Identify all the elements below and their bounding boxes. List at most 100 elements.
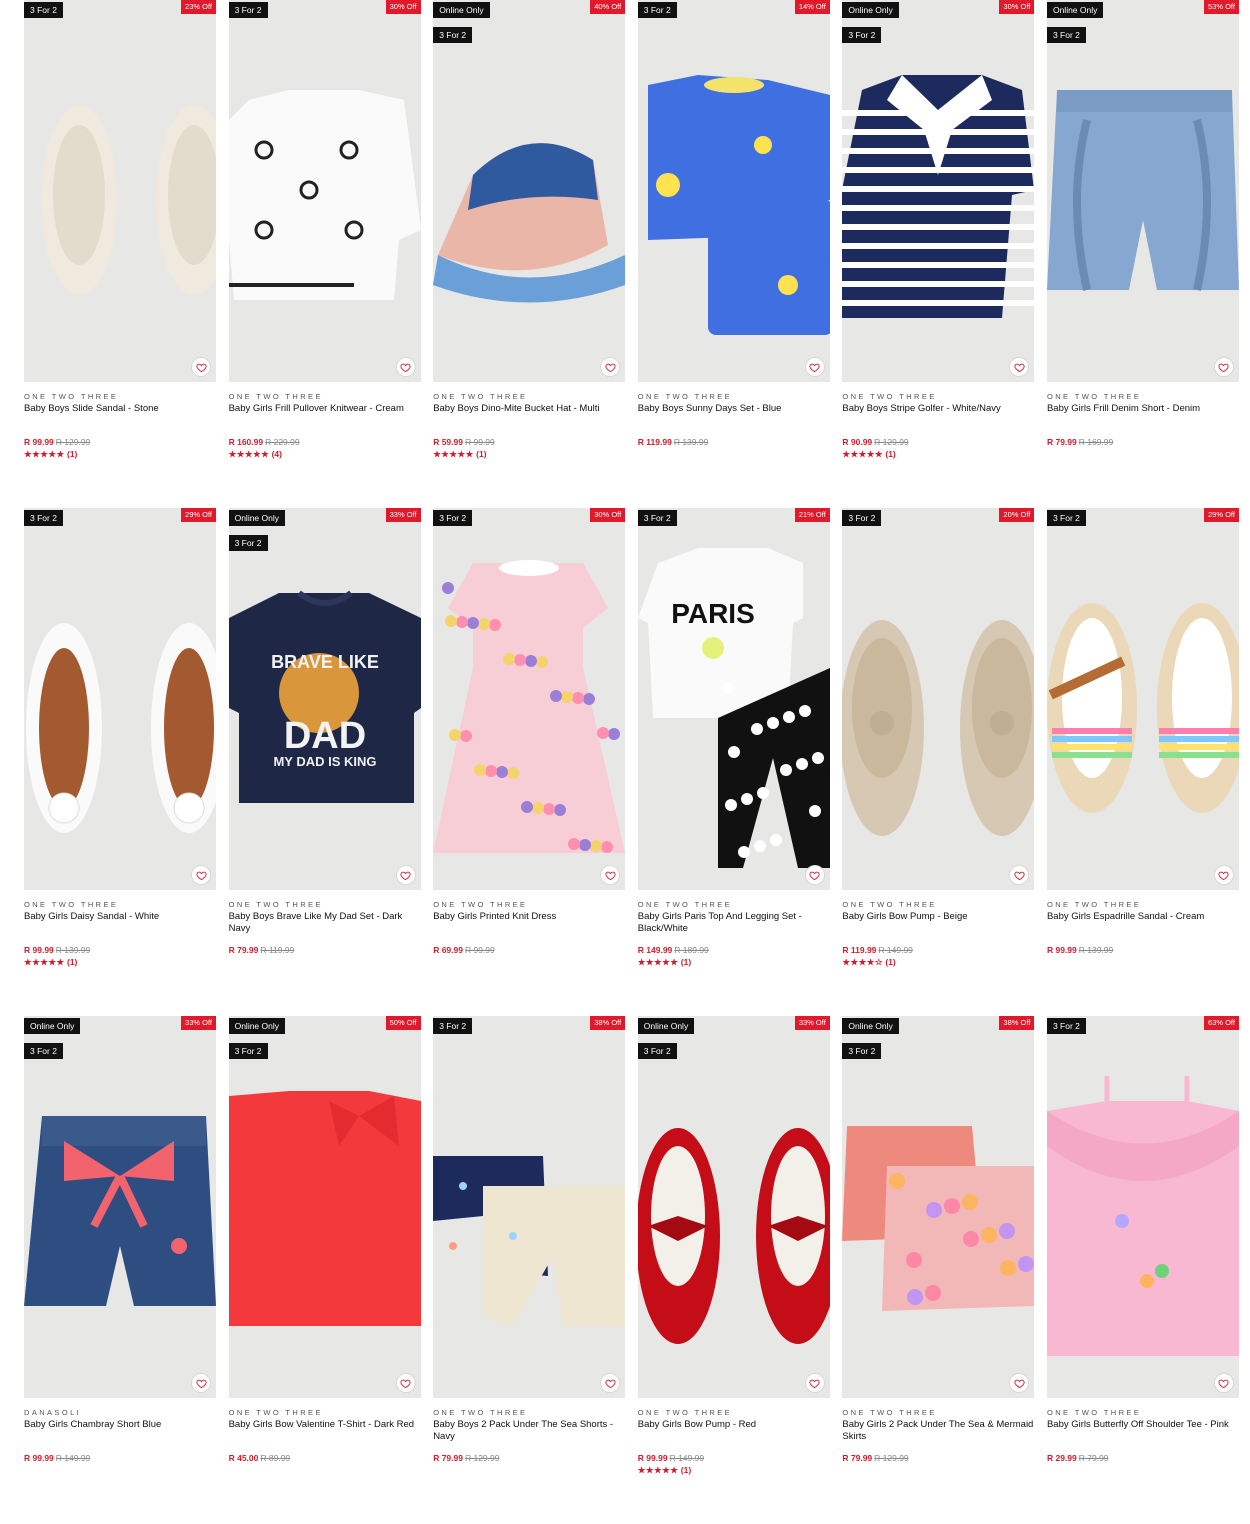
product-image[interactable]: Online Only 3 For 2 50% Off xyxy=(228,1016,421,1398)
wishlist-button[interactable] xyxy=(1213,1373,1234,1393)
product-card[interactable]: Online Only 3 For 2 50% Off ONE TWO THREE… xyxy=(228,1016,421,1524)
product-image[interactable]: 3 For 2 29% Off xyxy=(24,508,216,890)
wishlist-button[interactable] xyxy=(1213,865,1234,885)
wishlist-button[interactable] xyxy=(395,1373,416,1393)
product-image[interactable]: 3 For 2 29% Off xyxy=(1046,508,1239,890)
wishlist-button[interactable] xyxy=(804,1373,825,1393)
product-image[interactable]: Online Only 3 For 2 33% Off xyxy=(24,1016,216,1398)
three-for-two-badge: 3 For 2 xyxy=(637,2,677,18)
product-image[interactable]: 3 For 2 21% Off PARIS xyxy=(637,508,830,890)
product-card[interactable]: Online Only 3 For 2 33% Off DANASOLI Baby… xyxy=(24,1016,216,1524)
product-card[interactable]: Online Only 3 For 2 33% Off ONE TWO THREE… xyxy=(637,1016,830,1524)
discount-badge: 53% Off xyxy=(1204,0,1239,14)
product-card[interactable]: 3 For 2 29% Off ONE TWO THREE Baby Girls… xyxy=(24,508,216,1016)
product-name[interactable]: Baby Boys Stripe Golfer - White/Navy xyxy=(842,403,1034,437)
heart-icon xyxy=(1218,1379,1230,1388)
product-name[interactable]: Baby Girls Bow Pump - Beige xyxy=(842,911,1034,945)
original-price: R 139.99 xyxy=(1078,945,1114,955)
product-card[interactable]: 3 For 2 30% Off ONE TWO THREE Baby Girls… xyxy=(228,0,421,508)
wishlist-button[interactable] xyxy=(191,1373,211,1393)
star-icon: ★★★★★ xyxy=(228,449,270,459)
star-icon: ★★★★★ xyxy=(24,449,65,459)
tee-print-bottom: MY DAD IS KING xyxy=(273,754,376,769)
product-name[interactable]: Baby Girls Butterfly Off Shoulder Tee - … xyxy=(1047,1419,1239,1453)
wishlist-button[interactable] xyxy=(395,865,416,885)
product-name[interactable]: Baby Girls Bow Valentine T-Shirt - Dark … xyxy=(229,1419,421,1453)
product-name[interactable]: Baby Girls Chambray Short Blue xyxy=(24,1419,216,1453)
product-name[interactable]: Baby Girls Daisy Sandal - White xyxy=(24,911,216,945)
promo-badges: 3 For 2 xyxy=(1046,508,1086,526)
current-price: R 99.99 xyxy=(24,1453,54,1463)
product-image[interactable]: Online Only 3 For 2 30% Off xyxy=(842,0,1035,382)
review-count: (1) xyxy=(885,449,896,459)
product-name[interactable]: Baby Boys 2 Pack Under The Sea Shorts - … xyxy=(433,1419,625,1453)
wishlist-button[interactable] xyxy=(191,865,211,885)
online-only-badge: Online Only xyxy=(24,1018,81,1034)
product-image[interactable]: 3 For 2 23% Off xyxy=(24,0,216,382)
discount-badge: 38% Off xyxy=(590,1016,626,1030)
product-card[interactable]: Online Only 3 For 2 30% Off ONE TWO THREE… xyxy=(842,0,1035,508)
product-image[interactable]: 3 For 2 30% Off xyxy=(433,508,626,890)
product-brand: ONE TWO THREE xyxy=(228,900,323,909)
online-only-badge: Online Only xyxy=(228,510,286,526)
product-card[interactable]: 3 For 2 20% Off ONE TWO THREE Baby Girls… xyxy=(842,508,1035,1016)
product-photo xyxy=(228,1016,421,1398)
product-image[interactable]: Online Only 3 For 2 53% Off xyxy=(1046,0,1239,382)
product-brand: DANASOLI xyxy=(24,1408,82,1417)
product-image[interactable]: Online Only 3 For 2 38% Off xyxy=(842,1016,1035,1398)
three-for-two-badge: 3 For 2 xyxy=(433,27,473,43)
product-name[interactable]: Baby Girls Paris Top And Legging Set - B… xyxy=(638,911,830,945)
product-photo xyxy=(842,1016,1035,1398)
product-image[interactable]: 3 For 2 63% Off xyxy=(1046,1016,1239,1398)
product-card[interactable]: 3 For 2 29% Off ONE TWO THREE Baby Girls… xyxy=(1046,508,1239,1016)
wishlist-button[interactable] xyxy=(191,357,211,377)
product-name[interactable]: Baby Girls Frill Pullover Knitwear - Cre… xyxy=(229,403,421,437)
product-card[interactable]: 3 For 2 63% Off ONE TWO THREE Baby Girls… xyxy=(1046,1016,1239,1524)
product-card[interactable]: Online Only 3 For 2 38% Off ONE TWO THREE… xyxy=(842,1016,1035,1524)
product-card[interactable]: 3 For 2 21% Off PARIS ONE TWO THREE Baby… xyxy=(637,508,830,1016)
product-name[interactable]: Baby Boys Brave Like My Dad Set - Dark N… xyxy=(229,911,421,945)
product-card[interactable]: 3 For 2 14% Off ONE TWO THREE Baby Boys … xyxy=(637,0,830,508)
product-name[interactable]: Baby Boys Slide Sandal - Stone xyxy=(24,403,216,437)
product-image[interactable]: Online Only 3 For 2 33% Off BRAVE LIKE DAD… xyxy=(228,508,421,890)
product-image[interactable]: 3 For 2 14% Off xyxy=(637,0,830,382)
product-photo xyxy=(433,508,626,890)
wishlist-button[interactable] xyxy=(1213,357,1234,377)
product-price: R 119.99 R 139.99 xyxy=(638,437,830,448)
heart-icon xyxy=(809,1379,820,1388)
product-card[interactable]: 3 For 2 38% Off ONE TWO THREE Baby Boys … xyxy=(433,1016,626,1524)
product-name[interactable]: Baby Girls Espadrille Sandal - Cream xyxy=(1047,911,1239,945)
product-image[interactable]: 3 For 2 30% Off xyxy=(228,0,421,382)
product-image[interactable]: 3 For 2 38% Off xyxy=(433,1016,626,1398)
product-name[interactable]: Baby Girls 2 Pack Under The Sea & Mermai… xyxy=(842,1419,1034,1453)
three-for-two-badge: 3 For 2 xyxy=(842,1043,882,1059)
product-card[interactable]: 3 For 2 23% Off ONE TWO THREE Baby Boys … xyxy=(24,0,216,508)
wishlist-button[interactable] xyxy=(804,357,825,377)
product-image[interactable]: 3 For 2 20% Off xyxy=(842,508,1035,890)
product-card[interactable]: Online Only 3 For 2 33% Off BRAVE LIKE DAD… xyxy=(228,508,421,1016)
product-card[interactable]: 3 For 2 30% Off ONE TWO THREE Baby Girls… xyxy=(433,508,626,1016)
product-card[interactable]: Online Only 3 For 2 40% Off ONE TWO THREE… xyxy=(433,0,626,508)
wishlist-button[interactable] xyxy=(395,357,416,377)
product-name[interactable]: Baby Girls Bow Pump - Red xyxy=(638,1419,830,1453)
product-price: R 99.99 R 149.99 xyxy=(24,1453,216,1464)
discount-badge: 29% Off xyxy=(1204,508,1239,522)
product-image[interactable]: Online Only 3 For 2 40% Off xyxy=(433,0,626,382)
promo-badges: 3 For 2 xyxy=(637,508,677,526)
current-price: R 99.99 xyxy=(637,1453,668,1463)
tee-print-main: DAD xyxy=(283,715,365,757)
product-image[interactable]: Online Only 3 For 2 33% Off xyxy=(637,1016,830,1398)
wishlist-button[interactable] xyxy=(804,865,825,885)
online-only-badge: Online Only xyxy=(228,1018,286,1034)
discount-badge: 20% Off xyxy=(999,508,1035,522)
review-count: (1) xyxy=(66,449,78,459)
current-price: R 79.99 xyxy=(1046,437,1077,447)
product-name[interactable]: Baby Boys Dino-Mite Bucket Hat - Multi xyxy=(433,403,625,437)
current-price: R 90.99 xyxy=(842,437,873,447)
product-name[interactable]: Baby Girls Printed Knit Dress xyxy=(433,911,625,945)
three-for-two-badge: 3 For 2 xyxy=(1046,1018,1086,1034)
product-price: R 99.99 R 129.99 xyxy=(24,437,216,448)
product-name[interactable]: Baby Girls Frill Denim Short - Denim xyxy=(1047,403,1239,437)
product-name[interactable]: Baby Boys Sunny Days Set - Blue xyxy=(638,403,830,437)
product-card[interactable]: Online Only 3 For 2 53% Off ONE TWO THREE… xyxy=(1046,0,1239,508)
